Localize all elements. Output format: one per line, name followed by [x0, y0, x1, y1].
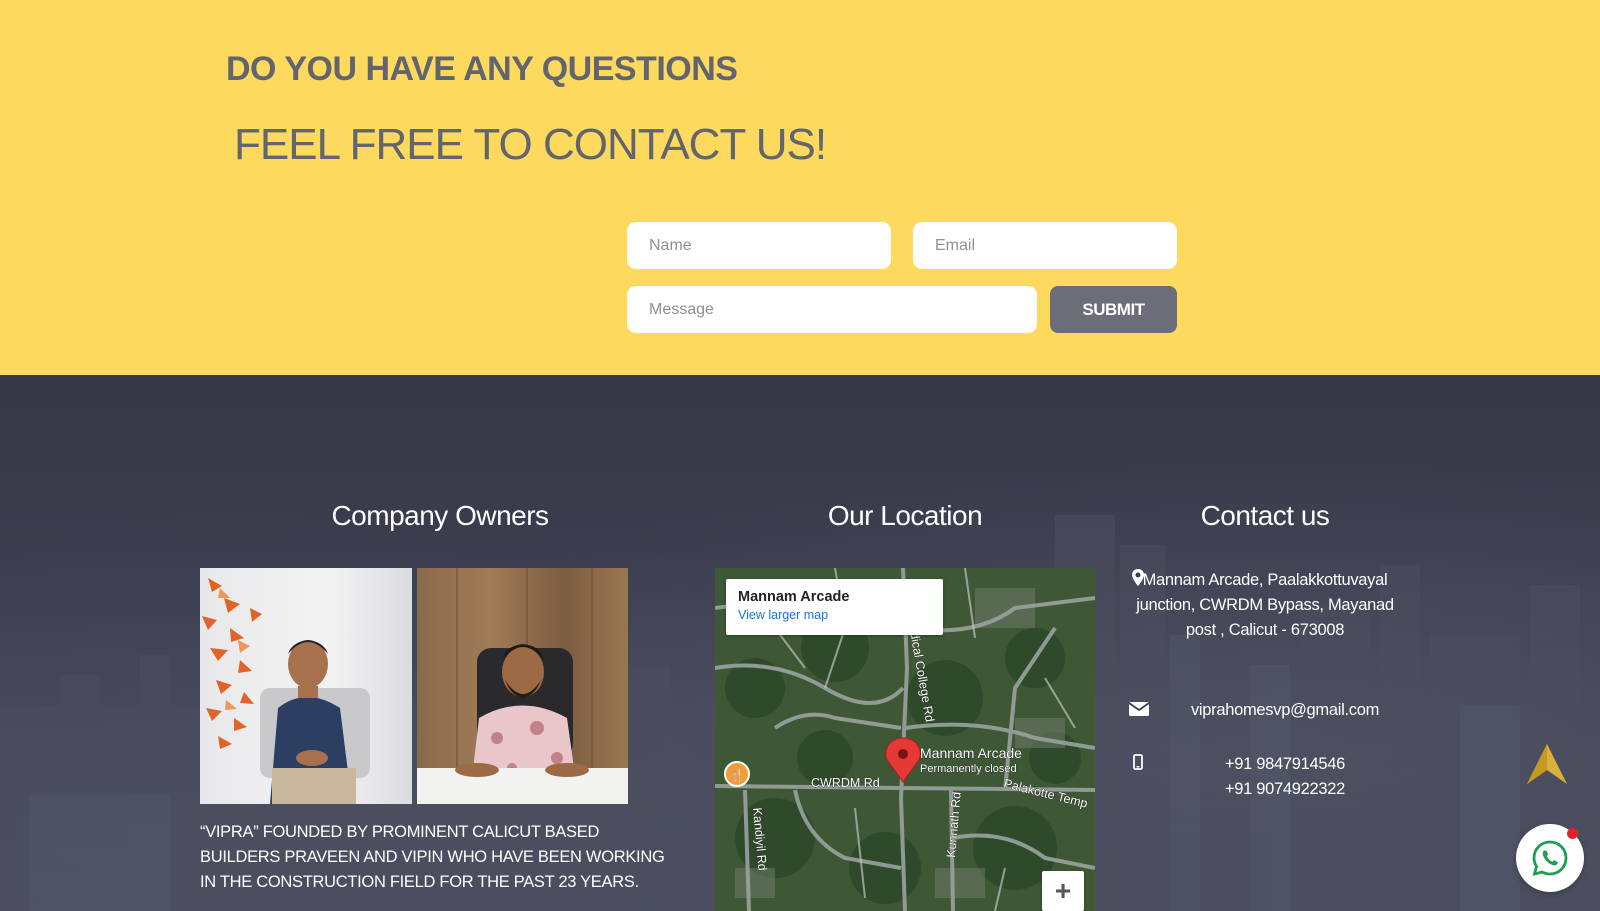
- map-zoom-in-button[interactable]: +: [1042, 871, 1084, 911]
- road-label-cwrdm: CWRDM Rd: [811, 776, 880, 790]
- svg-text:🍴: 🍴: [730, 768, 745, 782]
- name-input[interactable]: [627, 222, 891, 269]
- pin-label: Mannam Arcade: [920, 745, 1022, 761]
- arrow-up-icon[interactable]: [1525, 742, 1569, 786]
- contact-title: Contact us: [1200, 500, 1330, 531]
- owners-photo: [200, 568, 628, 804]
- owners-description: “VIPRA” FOUNDED BY PROMINENT CALICUT BAS…: [200, 823, 665, 891]
- footer-section: Company Owners “VIPRA” FOUNDED BY PROMIN…: [0, 375, 1600, 911]
- pin-status: Permanently closed: [920, 763, 1017, 775]
- restaurant-marker-icon: 🍴: [724, 761, 750, 787]
- envelope-icon: [1128, 702, 1150, 716]
- whatsapp-button[interactable]: [1516, 824, 1584, 892]
- contact-address: Mannam Arcade, Paalakkottuvayal junction…: [1136, 571, 1394, 639]
- questions-heading: DO YOU HAVE ANY QUESTIONS: [226, 50, 738, 88]
- owner-photo-praveen: [200, 568, 412, 804]
- contact-phone-2[interactable]: +91 9074922322: [1195, 777, 1375, 802]
- contact-email[interactable]: viprahomesvp@gmail.com: [1175, 698, 1395, 723]
- owners-title: Company Owners: [331, 500, 549, 531]
- map-info-card: Mannam Arcade View larger map: [726, 579, 943, 635]
- map-place-name: Mannam Arcade: [738, 589, 850, 605]
- submit-button[interactable]: SUBMIT: [1050, 286, 1177, 333]
- owner-photo-vipin: [416, 568, 628, 804]
- view-larger-map-link[interactable]: View larger map: [738, 608, 931, 622]
- location-title: Our Location: [827, 500, 983, 531]
- contact-phone-1[interactable]: +91 9847914546: [1195, 752, 1375, 777]
- email-input[interactable]: [913, 222, 1177, 269]
- contact-phones: +91 9847914546 +91 9074922322: [1195, 752, 1375, 802]
- location-map[interactable]: CWRDM Rd Palakotte Temp edical College R…: [715, 568, 1095, 911]
- notification-dot: [1567, 828, 1578, 839]
- message-input[interactable]: [627, 286, 1037, 333]
- mobile-phone-icon: [1133, 754, 1143, 770]
- whatsapp-icon: [1532, 840, 1568, 876]
- contact-us-heading: FEEL FREE TO CONTACT US!: [234, 120, 827, 169]
- contact-section: DO YOU HAVE ANY QUESTIONS FEEL FREE TO C…: [0, 0, 1600, 375]
